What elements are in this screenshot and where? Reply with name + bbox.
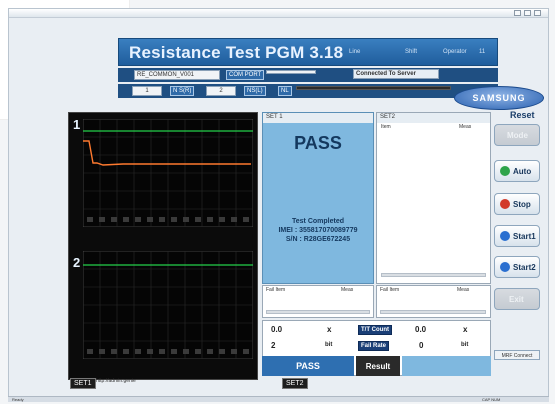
- set2-fail-meas-header: Meas: [457, 287, 470, 293]
- set1-sn-line: S/N : R28GE672245: [285, 236, 351, 243]
- reset-button[interactable]: Reset: [510, 110, 535, 120]
- auto-button[interactable]: Auto: [494, 160, 540, 182]
- set2-fail-value: 0: [419, 341, 424, 350]
- status-bar: Ready CAP NUM: [8, 396, 549, 402]
- operator-label: Operator: [443, 49, 467, 55]
- set1-fail-value: 2: [271, 341, 276, 350]
- maximize-icon[interactable]: [524, 10, 531, 16]
- nl-label: NL: [278, 86, 292, 96]
- stop-bell-icon: [500, 199, 510, 209]
- result-button[interactable]: Result: [356, 356, 400, 376]
- result-fill: [402, 356, 491, 376]
- set2-count-value: 0.0: [415, 325, 427, 334]
- set2-header: SET2: [377, 113, 490, 123]
- status-url: http://admin.genie: [96, 378, 136, 384]
- set1-fail-meas-header: Meas: [341, 287, 354, 293]
- status-keys: CAP NUM: [482, 397, 501, 402]
- minimize-icon[interactable]: [514, 10, 521, 16]
- title-bar: [9, 9, 548, 18]
- set1-result: PASS: [294, 133, 342, 153]
- plot2-label: 2: [73, 255, 81, 270]
- config-row: RE_COMMON_V001 COM PORT Connected To Ser…: [118, 68, 498, 82]
- param1-field[interactable]: 1: [132, 86, 162, 96]
- set2-fail-scrollbar[interactable]: [380, 310, 486, 314]
- app-title: Resistance Test PGM 3.18: [129, 43, 344, 62]
- start2-button[interactable]: Start2: [494, 256, 540, 278]
- set2-fail-unit: bit: [461, 342, 469, 348]
- fail-rate-button[interactable]: Fail Rate: [358, 341, 390, 351]
- model-field[interactable]: RE_COMMON_V001: [134, 70, 220, 80]
- operator-value: 11: [479, 49, 486, 55]
- nl-field[interactable]: [296, 86, 451, 90]
- set1-count-value: 0.0: [271, 325, 283, 334]
- circle-arrow-icon: [500, 262, 510, 272]
- plot1-label: 1: [73, 117, 81, 132]
- com-port-field[interactable]: [266, 70, 316, 74]
- graph-panel: 1 2: [68, 112, 258, 380]
- mrf-connect-button[interactable]: MRF Connect: [494, 350, 540, 360]
- set1-info: Test Completed IMEI : 355817070089779 S/…: [263, 217, 373, 244]
- stop-button[interactable]: Stop: [494, 193, 540, 215]
- set1-header: SET 1: [263, 113, 373, 123]
- close-icon[interactable]: [534, 10, 541, 16]
- exit-button[interactable]: Exit: [494, 288, 540, 310]
- set2-col-meas: Meas: [459, 124, 472, 130]
- params-row: 1 N S(R) 2 NS(L) NL: [118, 84, 498, 98]
- overall-pass-bar: PASS: [262, 356, 354, 376]
- set1-panel: SET 1 PASS Test Completed IMEI : 3558170…: [262, 112, 374, 284]
- shift-label: Shift: [405, 49, 418, 55]
- tab-set1[interactable]: SET1: [70, 378, 96, 389]
- plot1-chart: [83, 119, 253, 227]
- samsung-logo: SAMSUNG: [454, 86, 544, 110]
- tab-set2[interactable]: SET2: [282, 378, 308, 389]
- set1-status-line: Test Completed: [292, 218, 344, 225]
- set2-count-x: x: [463, 325, 468, 334]
- mode-button[interactable]: Mode: [494, 124, 540, 146]
- line-label: Line: [349, 49, 361, 55]
- set1-count-x: x: [327, 325, 332, 334]
- set2-panel: SET2 Item Meas: [376, 112, 491, 284]
- set2-scrollbar[interactable]: [381, 273, 486, 277]
- set2-fail-table: Fail Item Meas: [376, 285, 491, 318]
- set1-fail-unit: bit: [325, 342, 333, 348]
- tt-count-button[interactable]: T/T Count: [358, 325, 392, 335]
- set1-fail-item-header: Fail Item: [266, 287, 286, 293]
- set2-fail-item-header: Fail Item: [380, 287, 400, 293]
- set2-col-item: Item: [381, 124, 391, 130]
- circle-arrow-icon: [500, 231, 510, 241]
- plot2-chart: [83, 251, 253, 359]
- com-port-label: COM PORT: [226, 70, 265, 80]
- set1-fail-scrollbar[interactable]: [266, 310, 370, 314]
- app-header: Resistance Test PGM 3.18 Line Shift Oper…: [118, 38, 498, 66]
- nsl-label: NS(L): [244, 86, 266, 96]
- set1-fail-table: Fail Item Meas: [262, 285, 374, 318]
- status-ready: Ready: [12, 397, 24, 402]
- param2-field[interactable]: 2: [206, 86, 236, 96]
- running-person-icon: [500, 166, 510, 176]
- start1-button[interactable]: Start1: [494, 225, 540, 247]
- set1-imei-line: IMEI : 355817070089779: [278, 227, 358, 234]
- nsr-label: N S(R): [170, 86, 195, 96]
- connection-status: Connected To Server: [353, 69, 439, 79]
